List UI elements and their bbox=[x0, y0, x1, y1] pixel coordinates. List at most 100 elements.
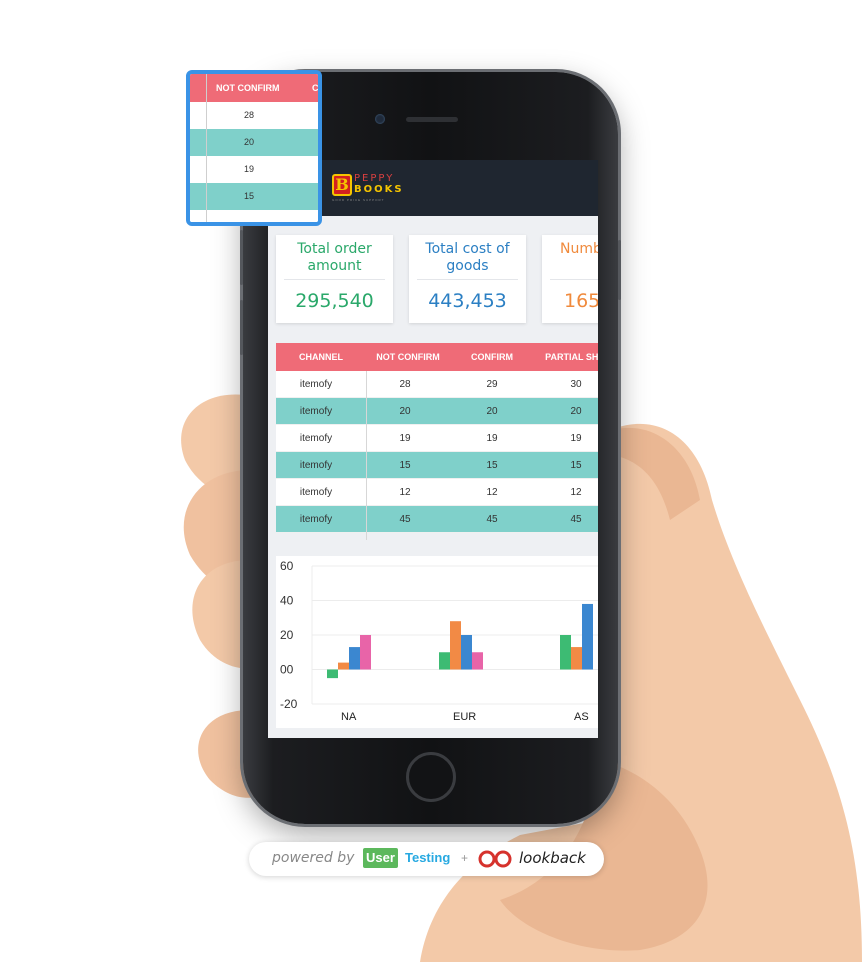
logo-line2: BOOKS bbox=[354, 184, 404, 195]
inset-col-cut: C bbox=[312, 83, 319, 93]
y-tick-label: -20 bbox=[280, 697, 298, 711]
bar bbox=[461, 635, 472, 670]
table-row[interactable]: itemofy 15 15 15 bbox=[276, 452, 598, 479]
x-tick-label: NA bbox=[341, 711, 357, 723]
peppy-books-logo[interactable]: B PEPPY BOOKS GOOD PRICE SUPPORT bbox=[332, 173, 412, 204]
volume-up-button[interactable] bbox=[240, 230, 243, 285]
inset-divider bbox=[206, 74, 207, 222]
cell-channel: itemofy bbox=[299, 514, 333, 525]
cell-confirm: 45 bbox=[486, 514, 498, 525]
x-tick-label: EUR bbox=[453, 711, 476, 723]
stat-card-number-orders[interactable]: Numb Or 165, bbox=[542, 235, 598, 323]
divider bbox=[417, 279, 518, 280]
plus-sign: + bbox=[461, 851, 469, 865]
table-row[interactable]: itemofy 28 29 30 bbox=[276, 371, 598, 398]
table-row[interactable]: itemofy 20 20 20 bbox=[276, 398, 598, 425]
cell-not-confirm: 12 bbox=[399, 487, 411, 498]
phone-screen: B PEPPY BOOKS GOOD PRICE SUPPORT Total o… bbox=[268, 160, 598, 738]
earpiece bbox=[406, 117, 458, 122]
stat-label: Numb Or bbox=[560, 241, 598, 257]
inset-cell: 15 bbox=[243, 191, 254, 201]
y-tick-label: 40 bbox=[280, 594, 294, 608]
stat-card-total-cost[interactable]: Total cost of goods 443,453 bbox=[409, 235, 526, 323]
cell-confirm: 12 bbox=[486, 487, 498, 498]
inset-header: NOT CONFIRM C bbox=[190, 74, 318, 102]
usertesting-logo-user: User bbox=[363, 848, 398, 868]
logo-mark: B bbox=[332, 174, 352, 196]
region-bar-chart: 60 40 20 00 -20 NA EUR AS bbox=[276, 556, 598, 728]
inset-row: 20 bbox=[190, 129, 318, 156]
inset-row: 15 bbox=[190, 183, 318, 210]
cell-partial-ship: 20 bbox=[570, 406, 582, 417]
logo-tagline: GOOD PRICE SUPPORT bbox=[332, 198, 385, 202]
table-row[interactable]: itemofy 12 12 12 bbox=[276, 479, 598, 506]
power-button[interactable] bbox=[618, 240, 621, 300]
cell-partial-ship: 45 bbox=[570, 514, 582, 525]
cell-channel: itemofy bbox=[299, 460, 333, 471]
table-header: CHANNEL NOT CONFIRM CONFIRM PARTIAL SHIP bbox=[276, 343, 598, 371]
powered-by-badge[interactable]: powered by User Testing + lookback bbox=[249, 842, 604, 876]
stat-label: Total order amount bbox=[297, 241, 372, 274]
bar bbox=[360, 635, 371, 670]
cell-partial-ship: 15 bbox=[570, 460, 582, 471]
cell-not-confirm: 20 bbox=[399, 406, 411, 417]
stat-label: Total cost of goods bbox=[425, 241, 510, 274]
logo-line1: PEPPY bbox=[354, 173, 395, 184]
cell-not-confirm: 19 bbox=[399, 433, 411, 444]
zoom-inset: NOT CONFIRM C 28 20 19 15 bbox=[186, 70, 322, 226]
volume-down-button[interactable] bbox=[240, 300, 243, 355]
stat-card-total-order[interactable]: Total order amount 295,540 bbox=[276, 235, 393, 323]
cell-confirm: 29 bbox=[486, 379, 498, 390]
inset-cell: 20 bbox=[243, 137, 254, 147]
inset-col-not-confirm: NOT CONFIRM bbox=[216, 83, 280, 93]
x-tick-label: AS bbox=[574, 711, 589, 723]
cell-not-confirm: 28 bbox=[399, 379, 411, 390]
stat-value: 443,453 bbox=[428, 290, 507, 312]
inset-cell: 19 bbox=[243, 164, 254, 174]
bar bbox=[472, 652, 483, 670]
chart-canvas: 60 40 20 00 -20 NA EUR AS bbox=[280, 559, 598, 723]
usertesting-logo-testing: Testing bbox=[405, 850, 451, 865]
cell-partial-ship: 30 bbox=[570, 379, 582, 390]
bar bbox=[560, 635, 571, 670]
cell-not-confirm: 45 bbox=[399, 514, 411, 525]
column-divider bbox=[366, 371, 367, 540]
y-tick-label: 20 bbox=[280, 628, 294, 642]
home-button[interactable] bbox=[406, 752, 456, 802]
inset-row: 28 bbox=[190, 102, 318, 129]
cell-channel: itemofy bbox=[299, 379, 333, 390]
cell-not-confirm: 15 bbox=[399, 460, 411, 471]
cell-channel: itemofy bbox=[299, 406, 333, 417]
lookback-icon bbox=[478, 850, 512, 868]
cell-partial-ship: 12 bbox=[570, 487, 582, 498]
bar bbox=[439, 652, 450, 670]
stat-value: 165, bbox=[564, 290, 598, 312]
bar bbox=[338, 662, 349, 670]
table-row[interactable]: itemofy 45 45 45 bbox=[276, 506, 598, 533]
cell-confirm: 19 bbox=[486, 433, 498, 444]
col-confirm[interactable]: CONFIRM bbox=[450, 343, 534, 371]
bar bbox=[327, 669, 338, 679]
stat-value: 295,540 bbox=[295, 290, 374, 312]
inset-row bbox=[190, 210, 318, 222]
lookback-text: lookback bbox=[519, 849, 586, 867]
y-tick-label: 60 bbox=[280, 559, 294, 573]
bar bbox=[582, 603, 593, 670]
col-not-confirm[interactable]: NOT CONFIRM bbox=[366, 343, 450, 371]
inset-row: 19 bbox=[190, 156, 318, 183]
inset-cell: 28 bbox=[243, 110, 254, 120]
orders-table: CHANNEL NOT CONFIRM CONFIRM PARTIAL SHIP… bbox=[276, 343, 598, 540]
powered-by-text: powered by bbox=[272, 850, 355, 866]
table-row[interactable]: itemofy 19 19 19 bbox=[276, 425, 598, 452]
bar bbox=[450, 621, 461, 670]
divider bbox=[550, 279, 598, 280]
col-partial-ship[interactable]: PARTIAL SHIP bbox=[534, 343, 598, 371]
cell-partial-ship: 19 bbox=[570, 433, 582, 444]
col-channel[interactable]: CHANNEL bbox=[276, 343, 366, 371]
front-camera bbox=[375, 114, 385, 124]
cell-channel: itemofy bbox=[299, 487, 333, 498]
bar bbox=[571, 647, 582, 670]
cell-channel: itemofy bbox=[299, 433, 333, 444]
y-tick-label: 00 bbox=[280, 663, 294, 677]
divider bbox=[284, 279, 385, 280]
